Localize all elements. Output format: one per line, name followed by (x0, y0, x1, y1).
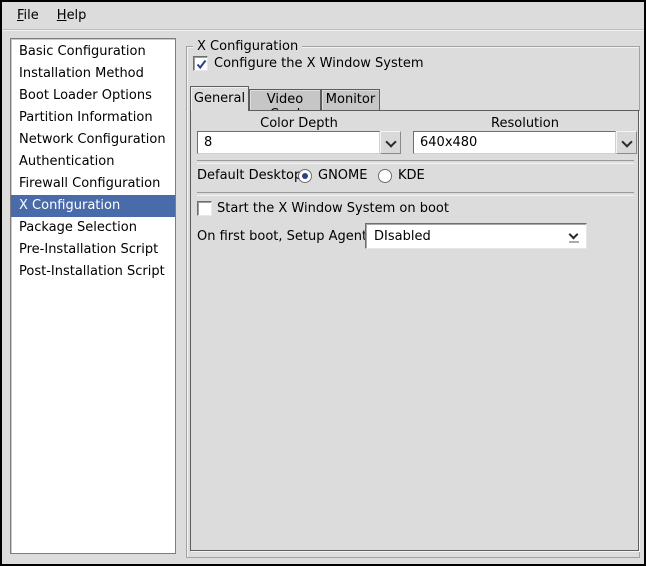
tab-monitor-label: Monitor (326, 92, 375, 107)
configure-x-checkbox[interactable] (193, 56, 208, 71)
color-depth-value[interactable]: 8 (197, 131, 380, 154)
resolution-value[interactable]: 640x480 (413, 131, 616, 154)
sidebar-item-firewall-configuration[interactable]: Firewall Configuration (11, 173, 175, 195)
x-configuration-frame-title: X Configuration (193, 39, 302, 54)
general-tab-page: Color Depth Resolution 8 640x480 Default… (190, 110, 639, 551)
menu-bar: File Help (2, 2, 644, 30)
configure-x-checkbox-label: Configure the X Window System (214, 56, 424, 72)
gnome-radio[interactable] (298, 169, 312, 183)
resolution-dropdown-button[interactable] (616, 131, 637, 154)
tab-general-label: General (194, 91, 245, 106)
separator (197, 160, 634, 164)
menu-help[interactable]: Help (48, 5, 96, 26)
default-desktop-label: Default Desktop: (197, 168, 307, 184)
gnome-radio-label: GNOME (318, 168, 367, 184)
sidebar-item-pre-installation-script[interactable]: Pre-Installation Script (11, 239, 175, 261)
menu-file-label: File (17, 8, 39, 23)
color-depth-combo[interactable]: 8 (197, 131, 401, 154)
checkmark-icon (195, 58, 208, 71)
start-x-on-boot-checkbox[interactable] (197, 201, 212, 216)
setup-agent-combo[interactable]: DIsabled (365, 223, 587, 249)
setup-agent-label: On first boot, Setup Agent is: (197, 229, 386, 245)
section-list: Basic Configuration Installation Method … (10, 38, 176, 554)
sidebar-item-post-installation-script[interactable]: Post-Installation Script (11, 261, 175, 283)
combo-arrow-underline (569, 241, 579, 243)
menu-file[interactable]: File (8, 5, 48, 26)
color-depth-dropdown-button[interactable] (380, 131, 401, 154)
sidebar-item-boot-loader-options[interactable]: Boot Loader Options (11, 85, 175, 107)
setup-agent-value: DIsabled (374, 228, 431, 245)
resolution-combo[interactable]: 640x480 (413, 131, 637, 154)
sidebar-item-partition-information[interactable]: Partition Information (11, 107, 175, 129)
tab-general[interactable]: General (190, 86, 249, 111)
kickstart-configurator-window: File Help Basic Configuration Installati… (0, 0, 646, 566)
sidebar-item-x-configuration[interactable]: X Configuration (11, 195, 175, 217)
radio-selected-dot (302, 173, 308, 179)
chevron-down-icon (569, 230, 579, 240)
color-depth-label: Color Depth (197, 116, 401, 132)
tab-monitor[interactable]: Monitor (321, 89, 380, 110)
kde-radio[interactable] (378, 169, 392, 183)
sidebar-item-authentication[interactable]: Authentication (11, 151, 175, 173)
sidebar-item-network-configuration[interactable]: Network Configuration (11, 129, 175, 151)
menu-help-label: Help (57, 8, 87, 23)
start-x-on-boot-label: Start the X Window System on boot (217, 201, 449, 217)
sidebar-item-package-selection[interactable]: Package Selection (11, 217, 175, 239)
sidebar-item-installation-method[interactable]: Installation Method (11, 63, 175, 85)
kde-radio-label: KDE (398, 168, 425, 184)
tab-video-card[interactable]: Video Card (249, 89, 321, 110)
sidebar-item-basic-configuration[interactable]: Basic Configuration (11, 41, 175, 63)
resolution-label: Resolution (413, 116, 637, 132)
chevron-down-icon (621, 136, 632, 147)
combo-arrow-icon (568, 230, 580, 244)
separator (197, 192, 634, 196)
chevron-down-icon (385, 136, 396, 147)
